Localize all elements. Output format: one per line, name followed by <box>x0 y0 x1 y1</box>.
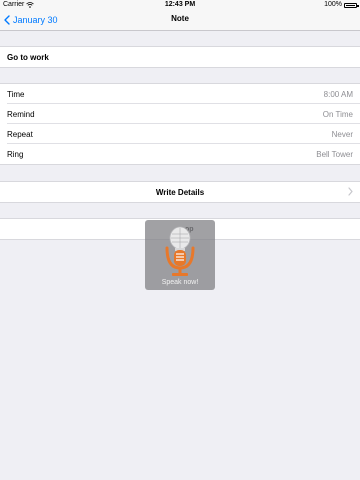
status-time: 12:43 PM <box>164 1 196 8</box>
voice-input-overlay[interactable]: Speak now! <box>145 220 215 290</box>
battery-icon <box>344 2 359 8</box>
chevron-right-icon <box>348 187 353 196</box>
settings-label: Ring <box>7 150 24 159</box>
settings-value: Bell Tower <box>316 150 353 159</box>
settings-value: On Time <box>322 110 353 119</box>
settings-row-remind[interactable]: Remind On Time <box>0 104 360 124</box>
settings-value: 8:00 AM <box>323 90 353 99</box>
settings-row-time[interactable]: Time 8:00 AM <box>0 84 360 104</box>
note-title: Go to work <box>7 53 49 62</box>
note-title-cell[interactable]: Go to work <box>0 47 360 67</box>
write-details-button[interactable]: Write Details <box>0 182 360 202</box>
settings-label: Time <box>7 90 25 99</box>
battery-percent: 100% <box>324 1 342 8</box>
settings-label: Repeat <box>7 130 33 139</box>
status-battery: 100% <box>324 0 359 10</box>
divider <box>0 164 360 165</box>
settings-value: Never <box>331 130 353 139</box>
nav-bar: January 30 Note <box>0 10 360 31</box>
divider <box>0 67 360 68</box>
settings-label: Remind <box>7 110 35 119</box>
settings-row-repeat[interactable]: Repeat Never <box>0 124 360 144</box>
status-bar: Carrier 12:43 PM 100% <box>0 0 360 10</box>
page-title: Note <box>171 14 189 23</box>
speak-now-label: Speak now! <box>161 279 199 286</box>
settings-row-ring[interactable]: Ring Bell Tower <box>0 144 360 164</box>
write-details-label: Write Details <box>155 188 205 197</box>
divider <box>0 202 360 203</box>
